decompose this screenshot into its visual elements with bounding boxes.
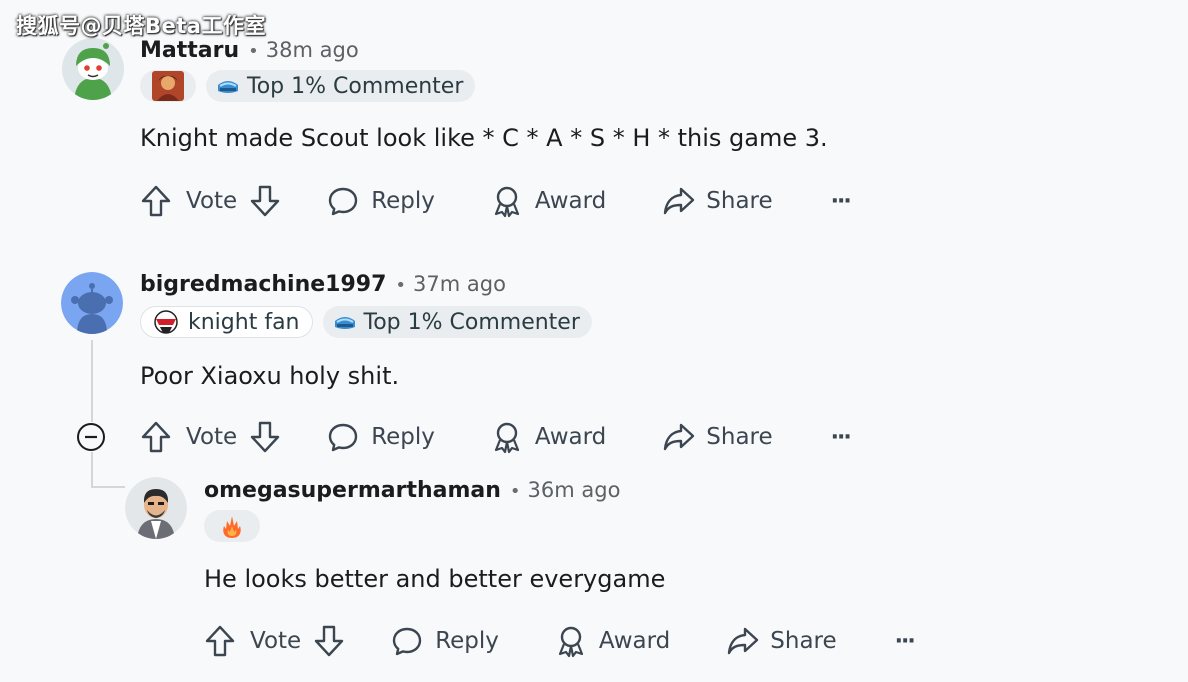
timestamp[interactable]: 36m ago xyxy=(528,478,621,502)
username[interactable]: omegasupermarthaman xyxy=(204,478,501,503)
award-icon xyxy=(494,186,520,218)
more-icon: ··· xyxy=(830,188,852,214)
separator-dot: • xyxy=(509,481,521,502)
downvote-icon xyxy=(315,625,344,657)
comment-icon xyxy=(329,423,358,452)
collapse-icon xyxy=(77,423,105,451)
separator-dot: • xyxy=(248,41,259,62)
reply-button[interactable]: Reply xyxy=(327,185,435,217)
reply-button[interactable]: Reply xyxy=(391,625,499,657)
comment-actions: Vote Reply Award Share ··· xyxy=(140,417,852,457)
flair-label: Top 1% Commenter xyxy=(363,309,580,335)
downvote-button[interactable] xyxy=(313,624,345,658)
downvote-icon xyxy=(251,421,280,453)
comment-actions: Vote Reply Award Share ··· xyxy=(204,621,916,661)
avatar[interactable] xyxy=(61,272,123,334)
username[interactable]: bigredmachine1997 xyxy=(140,272,386,297)
separator-dot: • xyxy=(395,275,407,296)
flair-label: Top 1% Commenter xyxy=(247,73,464,99)
top-commenter-flair[interactable]: Top 1% Commenter xyxy=(206,70,476,102)
timestamp[interactable]: 37m ago xyxy=(413,272,506,296)
share-label: Share xyxy=(770,628,837,654)
achievement-flair[interactable] xyxy=(140,70,196,102)
vote-label: Vote xyxy=(186,424,238,450)
vote-label: Vote xyxy=(186,188,238,214)
flame-badge-icon xyxy=(223,516,241,538)
more-options-button[interactable]: ··· xyxy=(894,628,916,654)
knight-logo-icon xyxy=(154,310,178,334)
flair-row xyxy=(204,510,260,542)
reply-button[interactable]: Reply xyxy=(327,421,435,453)
comment-icon xyxy=(329,187,358,216)
vote-label: Vote xyxy=(250,628,302,654)
upvote-icon xyxy=(205,625,235,657)
username[interactable]: Mattaru xyxy=(140,38,239,63)
upvote-button[interactable] xyxy=(140,420,172,454)
upvote-icon xyxy=(141,185,171,217)
comment-meta: Mattaru • 38m ago xyxy=(140,38,359,63)
flair-label: knight fan xyxy=(188,309,300,335)
comment-actions: Vote Reply Award Share ··· xyxy=(140,181,852,221)
upvote-icon xyxy=(141,421,171,453)
award-label: Award xyxy=(534,188,607,214)
more-icon: ··· xyxy=(894,628,916,654)
avatar[interactable] xyxy=(62,38,124,100)
avatar[interactable] xyxy=(125,477,187,539)
more-options-button[interactable]: ··· xyxy=(830,188,852,214)
flair-row: Top 1% Commenter xyxy=(140,70,476,102)
downvote-icon xyxy=(251,185,280,217)
flair-row: knight fan Top 1% Commenter xyxy=(140,306,592,338)
comment-meta: bigredmachine1997 • 37m ago xyxy=(140,272,506,297)
share-button[interactable]: Share xyxy=(726,625,837,657)
reply-label: Reply xyxy=(371,188,435,214)
comment-body: He looks better and better everygame xyxy=(204,565,666,593)
top-commenter-flair[interactable]: Top 1% Commenter xyxy=(322,306,592,338)
share-icon xyxy=(664,187,695,215)
upvote-button[interactable] xyxy=(140,184,172,218)
award-button[interactable]: Award xyxy=(491,420,606,454)
thread-line xyxy=(91,486,125,488)
timestamp[interactable]: 38m ago xyxy=(266,38,359,62)
award-button[interactable]: Award xyxy=(555,624,670,658)
thread-line xyxy=(91,452,93,488)
share-label: Share xyxy=(706,188,773,214)
upvote-button[interactable] xyxy=(204,624,236,658)
top-commenter-icon xyxy=(334,317,355,329)
share-label: Share xyxy=(706,424,773,450)
award-label: Award xyxy=(534,424,607,450)
watermark: 搜狐号@贝塔Beta工作室 xyxy=(16,14,266,38)
collapse-button[interactable] xyxy=(76,422,106,452)
award-label: Award xyxy=(598,628,671,654)
more-icon: ··· xyxy=(830,424,852,450)
comment-meta: omegasupermarthaman • 36m ago xyxy=(204,478,620,503)
share-button[interactable]: Share xyxy=(662,421,773,453)
more-options-button[interactable]: ··· xyxy=(830,424,852,450)
comment-icon xyxy=(393,627,422,656)
comment-body: Poor Xiaoxu holy shit. xyxy=(140,362,400,390)
award-icon xyxy=(494,422,520,454)
share-icon xyxy=(664,423,695,451)
team-flair[interactable]: knight fan xyxy=(140,306,313,338)
award-icon xyxy=(558,626,584,658)
award-button[interactable]: Award xyxy=(491,184,606,218)
comment-body: Knight made Scout look like * C * A * S … xyxy=(140,124,828,152)
share-button[interactable]: Share xyxy=(662,185,773,217)
thread-line xyxy=(91,340,93,422)
downvote-button[interactable] xyxy=(249,420,281,454)
achievement-flair[interactable] xyxy=(204,510,260,542)
character-portrait-icon xyxy=(152,71,184,101)
reply-label: Reply xyxy=(371,424,435,450)
share-icon xyxy=(728,627,759,655)
top-commenter-icon xyxy=(218,81,238,93)
downvote-button[interactable] xyxy=(249,184,281,218)
reply-label: Reply xyxy=(435,628,499,654)
